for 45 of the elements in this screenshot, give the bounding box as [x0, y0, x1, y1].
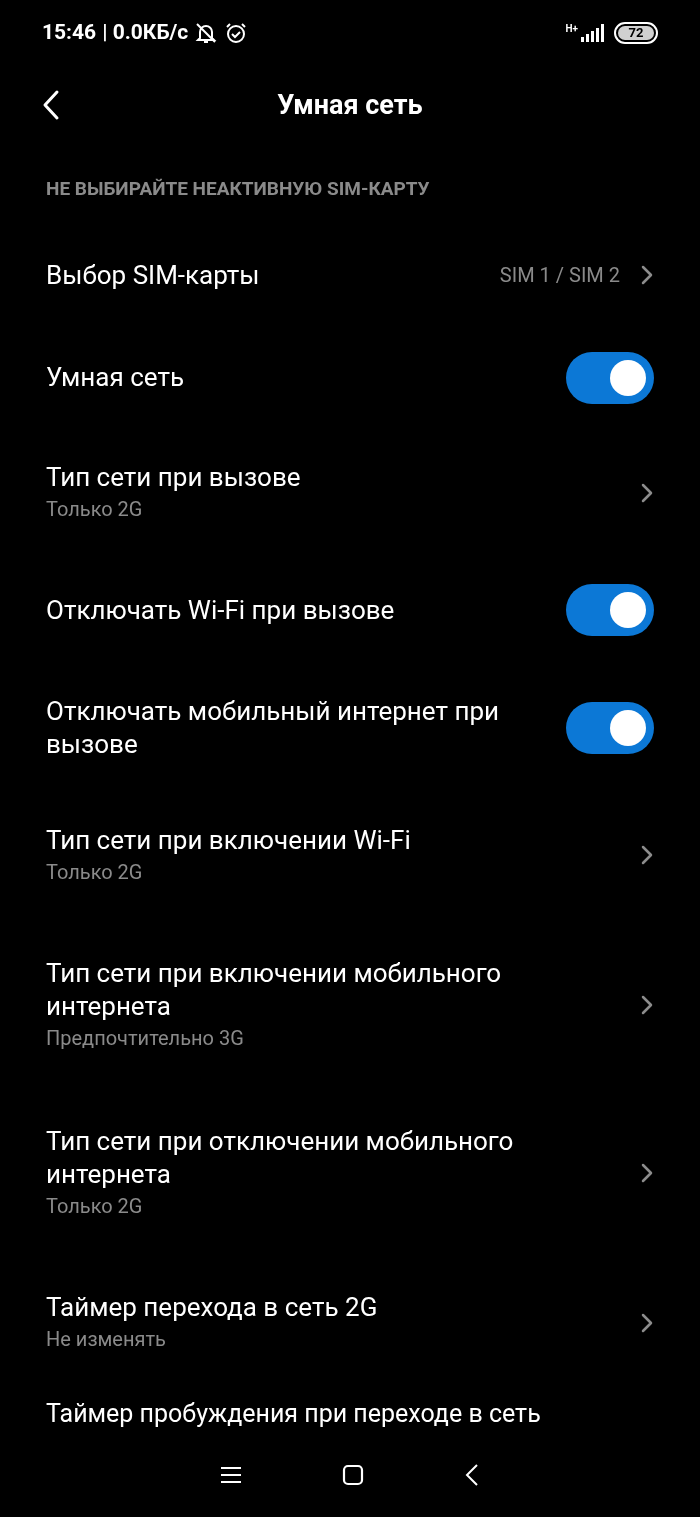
setting-title: Тип сети при вызове — [46, 461, 302, 494]
section-header: НЕ ВЫБИРАЙТЕ НЕАКТИВНУЮ SIM-КАРТУ — [46, 175, 430, 202]
setting-title: Таймер пробуждения при переходе в сеть — [46, 1398, 541, 1430]
back-icon[interactable] — [464, 1463, 480, 1487]
clock-time: 15:46 — [42, 18, 97, 46]
setting-value: Только 2G — [46, 858, 144, 886]
signal-icon — [580, 23, 604, 42]
setting-title: Тип сети при включении Wi-Fi — [46, 823, 412, 857]
settings-row[interactable]: Тип сети при включении Wi-Fi Только 2G — [0, 790, 700, 920]
network-speed: | 0.0КБ/с — [102, 18, 189, 46]
chevron-right-icon — [640, 1311, 654, 1334]
settings-row[interactable]: Таймер перехода в сеть 2G Не изменять — [0, 1255, 700, 1390]
setting-value: Не изменять — [46, 1326, 167, 1353]
setting-title: Умная сеть — [46, 361, 186, 394]
muted-bell-icon — [194, 20, 219, 45]
setting-title: Таймер перехода в сеть 2G — [46, 1291, 379, 1324]
setting-title: Отключать Wi-Fi при вызове — [46, 593, 396, 627]
settings-row[interactable]: Выбор SIM-карты SIM 1 / SIM 2 — [0, 225, 700, 325]
setting-value: Только 2G — [46, 496, 144, 523]
setting-title: Тип сети при отключении мобильного интернета — [46, 1124, 515, 1191]
chevron-right-icon — [640, 994, 654, 1016]
setting-title: Тип сети при включении мобильного интернета — [46, 957, 503, 1023]
network-type: H+ — [565, 23, 578, 34]
setting-value: SIM 1 / SIM 2 — [499, 262, 620, 289]
menu-icon[interactable] — [220, 1465, 242, 1485]
settings-row[interactable]: Тип сети при отключении мобильного интернета Только 2G — [0, 1090, 700, 1255]
home-icon[interactable] — [342, 1464, 364, 1486]
chevron-right-icon — [640, 1161, 654, 1184]
chevron-right-icon — [640, 844, 654, 866]
setting-value: Предпочтительно 3G — [46, 1025, 245, 1052]
setting-title: Выбор SIM-карты — [46, 258, 261, 292]
settings-row[interactable]: Тип сети при включении мобильного интернета Предпочтительно 3G — [0, 920, 700, 1090]
setting-title: Отключать мобильный интернет при вызове — [46, 694, 500, 761]
settings-row[interactable]: Отключать мобильный интернет при вызове — [0, 665, 700, 790]
settings-row[interactable]: Умная сеть — [0, 325, 700, 430]
battery-indicator: 72 — [614, 21, 658, 44]
settings-row[interactable]: Тип сети при вызове Только 2G — [0, 430, 700, 555]
chevron-right-icon — [640, 481, 654, 504]
toggle-switch[interactable] — [566, 351, 654, 404]
toggle-switch[interactable] — [566, 584, 654, 636]
toggle-switch[interactable] — [566, 701, 654, 754]
screen-title: Умная сеть — [277, 87, 423, 123]
setting-value: Только 2G — [46, 1192, 144, 1220]
chevron-right-icon — [640, 264, 654, 286]
settings-row[interactable]: Отключать Wi-Fi при вызове — [0, 555, 700, 665]
